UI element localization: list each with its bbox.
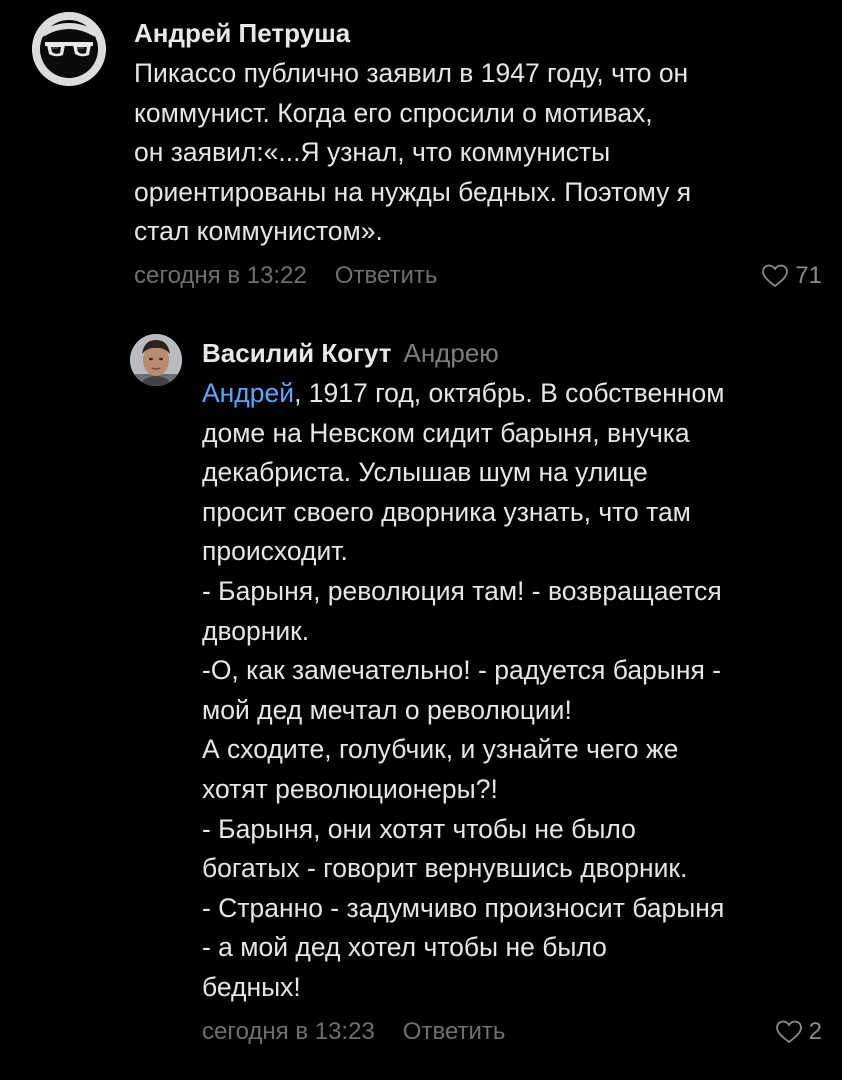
text-line: бедных! [202,971,301,1002]
author-name[interactable]: Андрей Петруша [134,18,350,49]
sunglasses-avatar-icon [32,12,106,86]
text-line: ориентированы на нужды бедных. Поэтому я [134,176,692,207]
author-name[interactable]: Василий Когут [202,338,391,369]
comment-text: Пикассо публично заявил в 1947 году, что… [134,54,822,252]
comment-body: Василий Когут Андрею Андрей, 1917 год, о… [202,338,822,1052]
comment-meta: сегодня в 13:22 Ответить 71 [134,256,822,296]
author-row: Андрей Петруша [134,18,822,52]
text-line: - Барыня, революция там! - возвращается [202,575,722,606]
text-fragment: , 1917 год, октябрь. В собственном [294,378,725,408]
text-line: дворник. [202,615,310,646]
avatar[interactable] [130,334,182,386]
author-row: Василий Когут Андрею [202,338,822,372]
like-count: 71 [795,261,822,289]
reply-button[interactable]: Ответить [403,1018,506,1046]
comment-body: Андрей Петруша Пикассо публично заявил в… [134,18,822,296]
mention-link[interactable]: Андрей [202,378,294,408]
text-line: богатых - говорит вернувшись дворник. [202,853,688,884]
user-photo-avatar [130,334,182,386]
comment-text: Андрей, 1917 год, октябрь. В собственном… [202,374,822,1008]
avatar[interactable] [32,12,106,86]
text-line: - Барыня, они хотят чтобы не было [202,813,636,844]
text-line: - Странно - задумчиво произносит барыня [202,892,725,923]
text-line: стал коммунистом». [134,216,383,247]
text-line: происходит. [202,536,348,567]
reply-to-label[interactable]: Андрею [403,338,498,369]
heart-icon [762,264,789,288]
like-button[interactable]: 71 [761,256,822,296]
text-line: хотят революционеры?! [202,773,498,804]
timestamp: сегодня в 13:22 [134,261,307,289]
text-line: он заявил:«...Я узнал, что коммунисты [134,137,611,168]
text-line: декабриста. Услышав шум на улице [202,457,648,488]
text-line: - а мой дед хотел чтобы не было [202,932,607,963]
comment-meta: сегодня в 13:23 Ответить 2 [202,1012,822,1052]
text-line: Андрей, 1917 год, октябрь. В собственном [202,374,822,414]
text-line: мой дед мечтал о революции! [202,694,572,725]
text-line: коммунист. Когда его спросили о мотивах, [134,97,653,128]
text-line: Пикассо публично заявил в 1947 году, что… [134,58,689,88]
like-count: 2 [808,1017,822,1045]
text-line: А сходите, голубчик, и узнайте чего же [202,734,679,765]
timestamp: сегодня в 13:23 [202,1017,375,1045]
text-line: доме на Невском сидит барыня, внучка [202,417,690,448]
like-button[interactable]: 2 [775,1012,822,1052]
reply-button[interactable]: Ответить [335,262,438,290]
heart-icon [775,1020,802,1043]
text-line: -О, как замечательно! - радуется барыня … [202,655,722,686]
text-line: просит своего дворника узнать, что там [202,496,691,527]
